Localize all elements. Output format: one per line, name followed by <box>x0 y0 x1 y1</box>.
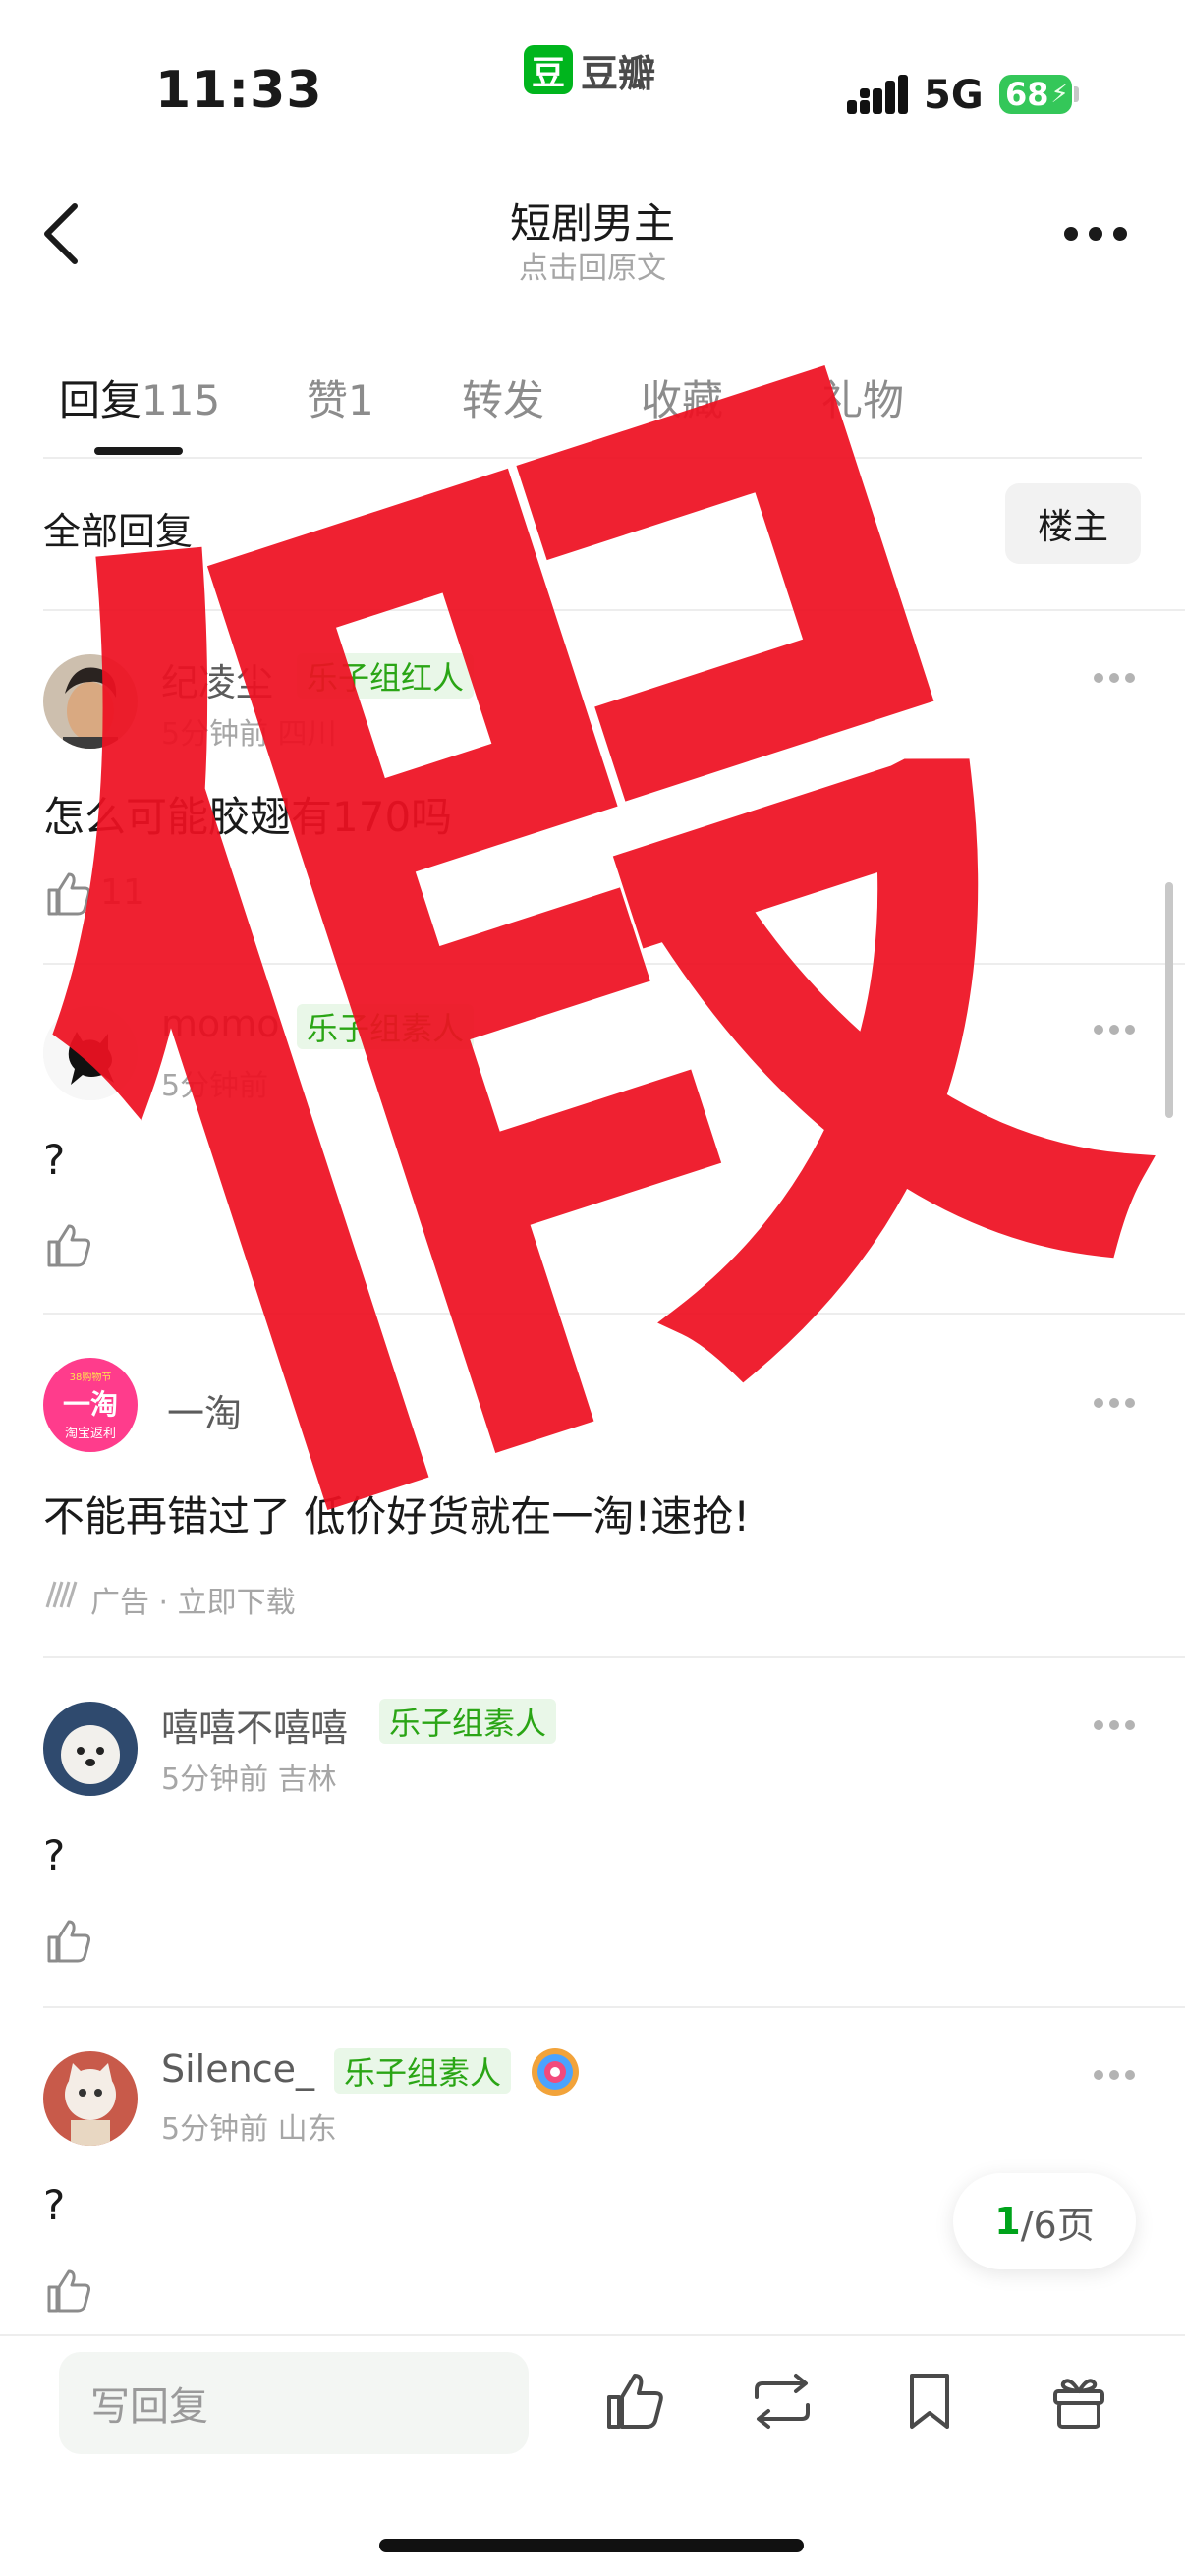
scrollbar[interactable] <box>1165 882 1173 1118</box>
section-divider <box>43 609 1185 611</box>
charging-bolt-icon: ⚡ <box>1050 80 1069 109</box>
comment-meta: 5分钟前 山东 <box>161 2112 337 2147</box>
comment-text: ? <box>43 1831 66 1879</box>
comment-text: ? <box>43 1136 66 1184</box>
battery-indicator: 68 ⚡ <box>999 75 1072 114</box>
ad-more-icon[interactable] <box>1093 1397 1136 1409</box>
badge-medal-icon <box>532 2048 579 2096</box>
repost-icon[interactable] <box>751 2370 814 2433</box>
tab-count: 1 <box>348 376 374 424</box>
app-name: 豆瓣 <box>581 51 656 95</box>
black-cat-avatar-icon <box>43 1006 138 1100</box>
user-tag-badge: 乐子组素人 <box>297 1004 475 1049</box>
user-photo-icon <box>43 654 138 749</box>
current-page: 1 <box>994 2200 1021 2243</box>
gift-icon[interactable] <box>1047 2370 1110 2433</box>
like-post-icon[interactable] <box>603 2370 666 2433</box>
ad-brand-name[interactable]: 一淘 <box>167 1383 242 1437</box>
ad-avatar-top: 38购物节 <box>69 1372 112 1383</box>
username[interactable]: Silence_ <box>161 2047 314 2091</box>
home-indicator <box>379 2539 804 2552</box>
comment-divider <box>43 1313 1185 1315</box>
comment-text: 怎么可能胶翅有170吗 <box>43 793 453 841</box>
network-type: 5G <box>924 73 984 118</box>
more-options-icon[interactable] <box>1063 224 1128 244</box>
user-tag-badge: 乐子组素人 <box>334 2048 512 2094</box>
app-badge: 豆 豆瓣 <box>524 43 655 96</box>
ad-text[interactable]: 不能再错过了 低价好货就在一淘!速抢! <box>43 1484 750 1543</box>
like-icon[interactable] <box>45 1222 92 1269</box>
ad-download-label[interactable]: 广告 · 立即下载 <box>90 1578 296 1621</box>
cellular-signal-icon <box>847 75 908 114</box>
white-dog-avatar-icon <box>43 1702 138 1796</box>
battery-tip <box>1074 86 1079 102</box>
page-title[interactable]: 短剧男主 <box>0 191 1185 251</box>
user-tag-badge: 乐子组红人 <box>297 653 475 699</box>
cat-avatar-icon <box>43 2051 138 2146</box>
comment-text: ? <box>43 2181 66 2229</box>
avatar[interactable] <box>43 2051 138 2146</box>
like-count: 11 <box>100 872 145 913</box>
tab-reposts[interactable]: 转发 <box>462 367 544 427</box>
comment-meta: 5分钟前 四川 <box>161 717 337 752</box>
battery-level: 68 <box>1005 76 1049 113</box>
back-to-original-link[interactable]: 点击回原文 <box>0 244 1185 287</box>
user-tag-badge: 乐子组素人 <box>379 1699 557 1744</box>
avatar[interactable] <box>43 1702 138 1796</box>
status-time: 11:33 <box>155 61 323 120</box>
comment-divider <box>43 2006 1185 2008</box>
like-icon[interactable] <box>45 1918 92 1965</box>
comment-meta: 5分钟前 吉林 <box>161 1763 337 1797</box>
bottom-bar-divider <box>0 2334 1185 2336</box>
tab-label: 礼物 <box>821 376 905 424</box>
active-tab-indicator <box>94 447 183 455</box>
tab-label: 转发 <box>462 376 545 424</box>
ad-avatar-title: 一淘 <box>62 1388 118 1421</box>
ad-avatar[interactable]: 38购物节 一淘 淘宝返利 <box>43 1358 138 1452</box>
comment-more-icon[interactable] <box>1093 2069 1136 2081</box>
username[interactable]: 纪凌尘 <box>161 652 273 706</box>
tab-label: 收藏 <box>641 376 724 424</box>
avatar[interactable] <box>43 654 138 749</box>
tab-replies[interactable]: 回复115 <box>59 367 220 427</box>
tab-label: 赞 <box>307 376 349 424</box>
like-icon[interactable] <box>45 2268 92 2315</box>
tab-favorites[interactable]: 收藏 <box>641 367 723 427</box>
ad-avatar-bottom: 淘宝返利 <box>64 1427 116 1441</box>
tab-likes[interactable]: 赞1 <box>307 367 374 427</box>
comment-divider <box>43 963 1185 965</box>
reply-input[interactable]: 写回复 <box>59 2352 529 2454</box>
bookmark-icon[interactable] <box>898 2370 961 2433</box>
tab-count: 115 <box>141 376 221 424</box>
username[interactable]: momo <box>161 1002 280 1045</box>
douban-logo-icon: 豆 <box>524 45 573 94</box>
tabs-divider <box>43 457 1142 459</box>
like-icon[interactable] <box>45 870 92 918</box>
comment-meta: 5分钟前 <box>161 1069 269 1103</box>
username[interactable]: 嘻嘻不嘻嘻 <box>161 1698 348 1752</box>
tab-label: 回复 <box>59 376 142 424</box>
tab-gifts[interactable]: 礼物 <box>821 367 904 427</box>
comment-divider <box>43 1656 1185 1658</box>
total-pages: /6页 <box>1020 2203 1095 2247</box>
all-replies-label: 全部回复 <box>43 510 194 553</box>
page-indicator-button[interactable]: 1/6页 <box>953 2173 1136 2269</box>
comment-more-icon[interactable] <box>1093 1024 1136 1036</box>
op-only-button[interactable]: 楼主 <box>1005 483 1141 564</box>
comment-more-icon[interactable] <box>1093 1719 1136 1731</box>
avatar[interactable] <box>43 1006 138 1100</box>
comment-more-icon[interactable] <box>1093 672 1136 684</box>
ad-wave-icon <box>45 1581 78 1608</box>
